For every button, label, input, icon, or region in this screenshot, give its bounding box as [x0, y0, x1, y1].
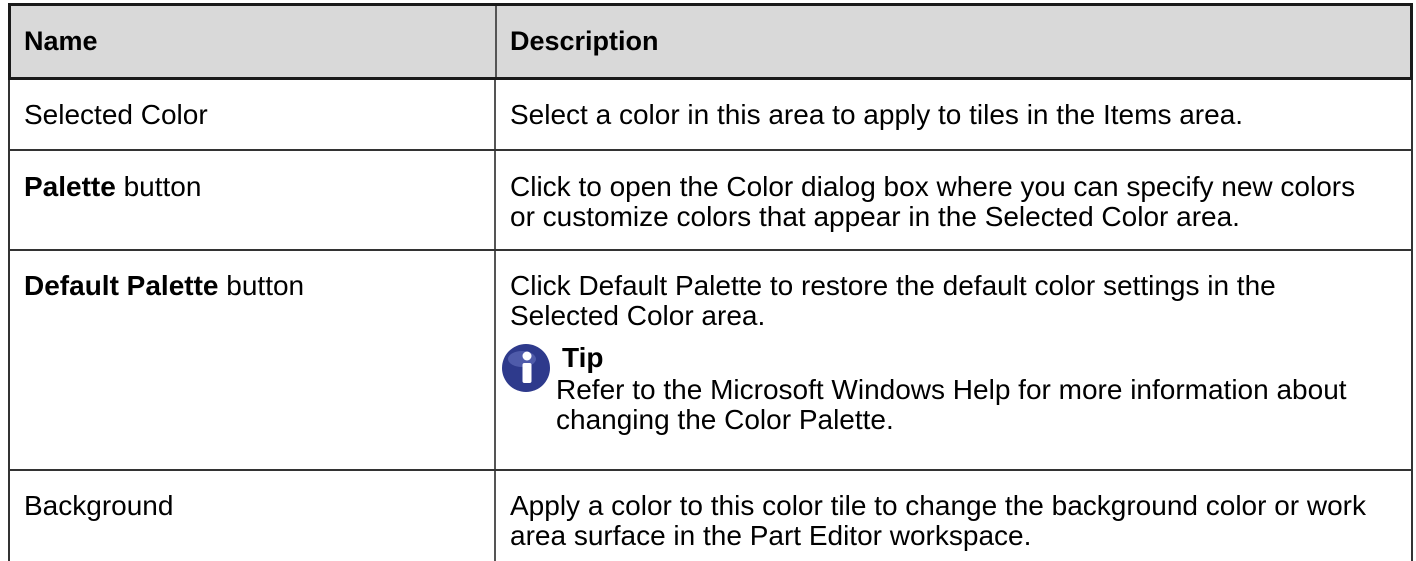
properties-table: Name Description Selected Color Select a… [8, 3, 1413, 561]
row-name-text: button [115, 171, 202, 202]
tip-text: Refer to the Microsoft Windows Help for … [556, 374, 1347, 435]
tip-callout: Tip Refer to the Microsoft Windows Help … [502, 341, 1381, 435]
row-description: Apply a color to this color tile to chan… [510, 490, 1367, 551]
row-name: Default Palette button [10, 251, 496, 469]
row-name-text: Background [24, 490, 174, 521]
row-description: Click Default Palette to restore the def… [496, 251, 1411, 469]
row-description: Click to open the Color dialog box where… [510, 171, 1356, 232]
table-header-row: Name Description [8, 3, 1413, 80]
info-icon [502, 344, 550, 392]
table-row: Selected Color Select a color in this ar… [8, 80, 1413, 151]
tip-title: Tip [562, 342, 604, 373]
table-row: Default Palette button Click Default Pal… [8, 251, 1413, 471]
row-name-bold: Palette [24, 171, 116, 202]
header-name: Name [11, 6, 497, 77]
row-description: Select a color in this area to apply to … [510, 99, 1244, 130]
row-description-text: Click Default Palette to restore the def… [510, 270, 1276, 331]
row-name-text: Selected Color [24, 99, 208, 130]
row-name-text: button [218, 270, 305, 301]
header-description: Description [510, 26, 659, 56]
table-row: Background Apply a color to this color t… [8, 471, 1413, 561]
row-name-bold: Default Palette [24, 270, 219, 301]
table-row: Palette button Click to open the Color d… [8, 151, 1413, 251]
row-name: Selected Color [10, 80, 496, 149]
row-name: Palette button [10, 151, 496, 249]
row-name: Background [10, 471, 496, 561]
